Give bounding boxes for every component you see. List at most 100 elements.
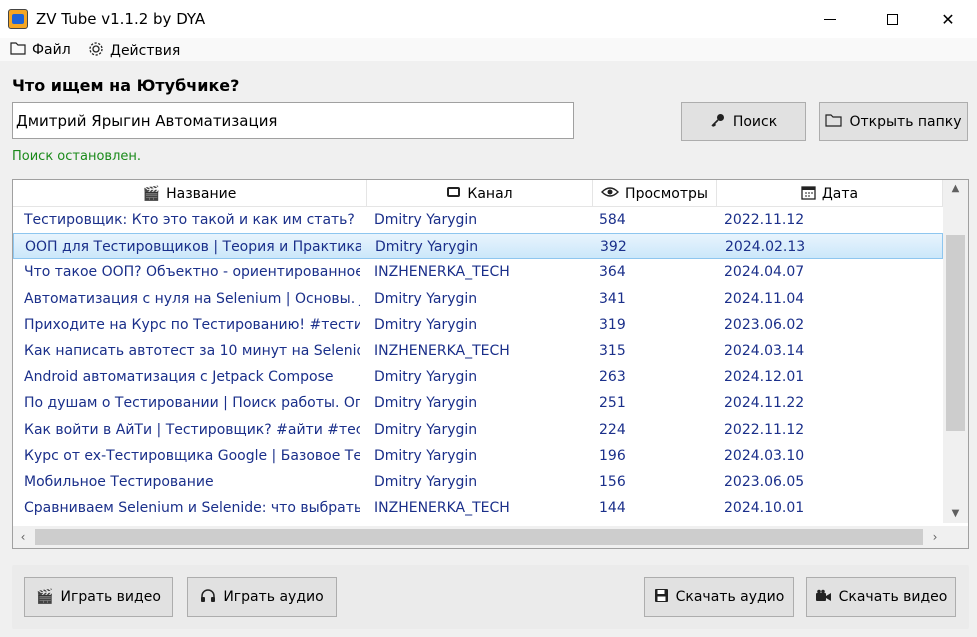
table-row[interactable]: Курс от ex-Тестировщика Google | Базовое…: [13, 443, 943, 469]
cell-date: 2024.02.13: [725, 239, 806, 256]
cell-date: 2022.11.12: [724, 212, 805, 228]
close-button[interactable]: ✕: [925, 0, 971, 38]
table-row[interactable]: Сравниваем Selenium и Selenide: что выбр…: [13, 495, 943, 521]
cell-channel: Dmitry Yarygin: [374, 290, 478, 307]
cell-channel: INZHENERKA_TECH: [374, 500, 510, 517]
cell-views: 315: [599, 342, 626, 359]
play-video-label: Играть видео: [60, 589, 161, 605]
column-date-label: Дата: [821, 185, 859, 202]
search-label: Что ищем на Ютубчике?: [12, 76, 240, 95]
floppy-disk-icon: [654, 588, 669, 606]
maximize-button[interactable]: [869, 0, 915, 38]
cell-views: 319: [599, 316, 626, 333]
vertical-scrollbar[interactable]: ▲ ▼: [943, 180, 968, 523]
download-audio-button[interactable]: Скачать аудио: [644, 577, 794, 617]
table-row[interactable]: Android автоматизация с Jetpack Compose D…: [13, 364, 943, 390]
cell-date: 2023.06.02: [724, 316, 805, 333]
vertical-scroll-thumb[interactable]: [946, 235, 965, 431]
cell-channel: Dmitry Yarygin: [374, 212, 478, 228]
table-row[interactable]: Тестировщик: Кто это такой и как им стат…: [13, 207, 943, 233]
cell-date: 2024.11.22: [724, 395, 805, 412]
status-text: Поиск остановлен.: [12, 149, 142, 164]
video-camera-icon: [815, 589, 832, 606]
cell-date: 2024.03.10: [724, 447, 805, 464]
cell-views: 224: [599, 421, 626, 438]
cell-title: Как войти в АйТи | Тестировщик? #айти #т…: [24, 421, 360, 438]
cell-title: Что такое ООП? Объектно - ориентированно…: [24, 264, 360, 281]
maximize-icon: [886, 13, 898, 25]
column-header-title[interactable]: 🎬 Название: [13, 180, 367, 207]
cell-channel: INZHENERKA_TECH: [374, 264, 510, 281]
table-row[interactable]: Как написать автотест за 10 минут на Sel…: [13, 338, 943, 364]
title-bar: ZV Tube v1.1.2 by DYA ✕: [0, 0, 977, 38]
cell-channel: Dmitry Yarygin: [374, 395, 478, 412]
column-channel-label: Канал: [467, 185, 513, 202]
table-body: Тестировщик: Кто это такой и как им стат…: [13, 207, 943, 521]
column-header-channel[interactable]: Канал: [367, 180, 593, 207]
column-header-date[interactable]: Дата: [717, 180, 943, 207]
scroll-down-icon[interactable]: ▼: [943, 505, 968, 523]
table-row[interactable]: Автоматизация с нуля на Selenium | Основ…: [13, 286, 943, 312]
cell-title: Тестировщик: Кто это такой и как им стат…: [24, 212, 360, 228]
key-icon: [710, 112, 726, 131]
column-title-label: Название: [166, 185, 237, 202]
column-header-views[interactable]: Просмотры: [593, 180, 717, 207]
cell-title: Сравниваем Selenium и Selenide: что выбр…: [24, 500, 360, 517]
clapperboard-icon: 🎬: [36, 589, 54, 605]
cell-views: 263: [599, 369, 626, 386]
cell-views: 584: [599, 212, 626, 228]
search-button[interactable]: Поиск: [681, 102, 806, 141]
folder-icon: [825, 113, 843, 130]
cell-channel: Dmitry Yarygin: [374, 421, 478, 438]
table-header: 🎬 Название Канал Просмотры Дата: [13, 180, 943, 207]
tv-icon: [446, 185, 461, 202]
table-row[interactable]: Приходите на Курс по Тестированию! #тест…: [13, 312, 943, 338]
cell-title: ООП для Тестировщиков | Теория и Практик…: [25, 239, 361, 256]
folder-icon: [10, 41, 26, 58]
cell-title: Курс от ex-Тестировщика Google | Базовое…: [24, 447, 360, 464]
table-row[interactable]: Что такое ООП? Объектно - ориентированно…: [13, 259, 943, 285]
open-folder-button[interactable]: Открыть папку: [819, 102, 968, 141]
cell-views: 341: [599, 290, 626, 307]
minimize-icon: [824, 18, 836, 20]
play-video-button[interactable]: 🎬 Играть видео: [24, 577, 173, 617]
cell-date: 2024.03.14: [724, 342, 805, 359]
menu-actions[interactable]: Действия: [88, 41, 180, 60]
scroll-left-icon[interactable]: ‹: [13, 526, 33, 548]
scroll-up-icon[interactable]: ▲: [943, 180, 968, 198]
horizontal-scroll-thumb[interactable]: [35, 529, 923, 545]
cell-views: 392: [600, 239, 627, 256]
cell-title: По душам о Тестировании | Поиск работы. …: [24, 395, 360, 412]
cell-date: 2022.11.12: [724, 421, 805, 438]
cell-channel: Dmitry Yarygin: [374, 447, 478, 464]
table-row[interactable]: Как войти в АйТи | Тестировщик? #айти #т…: [13, 417, 943, 443]
download-audio-label: Скачать аудио: [675, 589, 785, 605]
cell-views: 156: [599, 473, 626, 490]
play-audio-button[interactable]: Играть аудио: [187, 577, 337, 617]
scroll-right-icon[interactable]: ›: [925, 526, 945, 548]
cell-channel: Dmitry Yarygin: [375, 239, 479, 256]
horizontal-scrollbar[interactable]: ‹ ›: [13, 526, 968, 548]
cell-title: Android автоматизация с Jetpack Compose: [24, 369, 334, 386]
cell-title: Мобильное Тестирование: [24, 473, 214, 490]
cell-channel: INZHENERKA_TECH: [374, 342, 510, 359]
cell-views: 196: [599, 447, 626, 464]
results-table[interactable]: 🎬 Название Канал Просмотры Дата Тестиров…: [12, 179, 969, 549]
headphones-icon: [200, 588, 216, 606]
cell-views: 364: [599, 264, 626, 281]
eye-icon: [601, 185, 620, 202]
cell-date: 2024.11.04: [724, 290, 805, 307]
cell-date: 2023.06.05: [724, 473, 805, 490]
download-video-button[interactable]: Скачать видео: [806, 577, 956, 617]
gear-icon: [88, 41, 104, 60]
cell-title: Приходите на Курс по Тестированию! #тест…: [24, 316, 360, 333]
search-input[interactable]: [12, 102, 574, 139]
menu-file[interactable]: Файл: [10, 41, 71, 58]
cell-title: Автоматизация с нуля на Selenium | Основ…: [24, 290, 360, 307]
table-row[interactable]: По душам о Тестировании | Поиск работы. …: [13, 390, 943, 416]
table-row[interactable]: Мобильное Тестирование Dmitry Yarygin 156 2…: [13, 469, 943, 495]
minimize-button[interactable]: [807, 0, 853, 38]
table-row-selected[interactable]: ООП для Тестировщиков | Теория и Практик…: [13, 233, 943, 260]
window-title: ZV Tube v1.1.2 by DYA: [36, 10, 206, 28]
calendar-icon: [801, 185, 816, 203]
